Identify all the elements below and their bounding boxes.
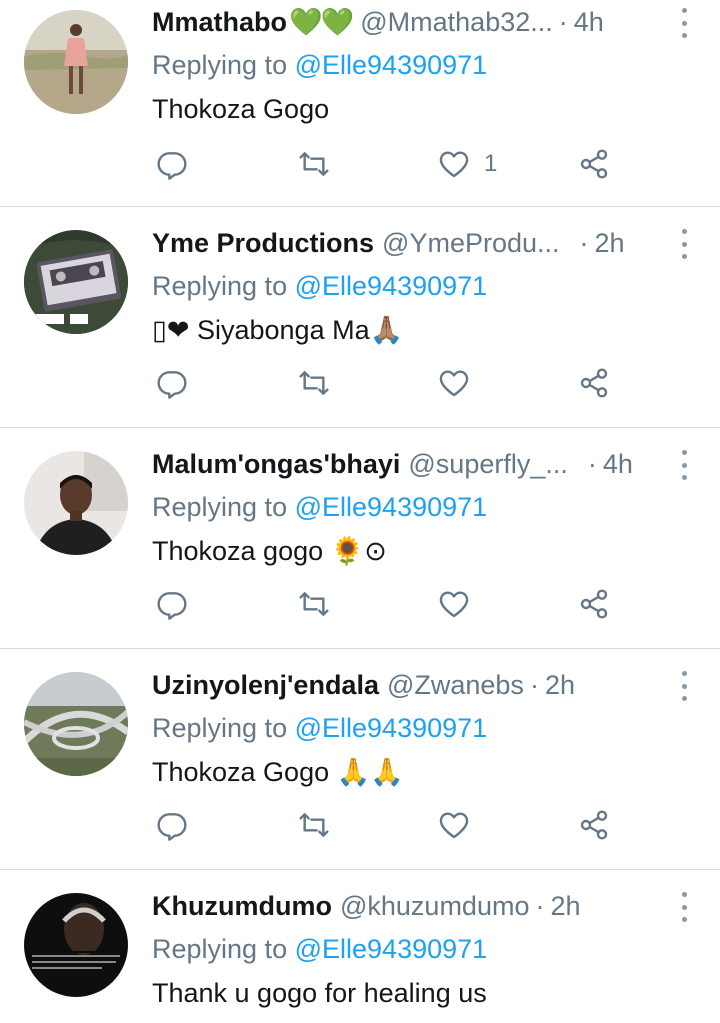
tweet-header: Malum'ongas'bhayi @superfly_... · 4h	[152, 442, 662, 486]
like-count: 1	[484, 150, 498, 177]
tweet-item[interactable]: Mmathabo 💚💚 @Mmathab32... · 4h Replying …	[0, 0, 720, 207]
share-button[interactable]	[578, 140, 610, 188]
reply-button[interactable]	[156, 359, 188, 407]
reply-button[interactable]	[156, 140, 188, 188]
reply-button[interactable]	[156, 580, 188, 628]
more-vertical-icon[interactable]	[674, 229, 694, 259]
tweet-text: Thokoza Gogo	[152, 94, 330, 124]
tweet-item[interactable]: Yme Productions @YmeProdu... · 2h Replyi…	[0, 207, 720, 428]
replying-prefix: Replying to	[152, 271, 288, 301]
retweet-button[interactable]	[298, 359, 330, 407]
share-icon	[580, 589, 608, 619]
tweet-item[interactable]: Malum'ongas'bhayi @superfly_... · 4h Rep…	[0, 428, 720, 649]
timestamp[interactable]: 4h	[574, 0, 604, 44]
reply-button[interactable]	[156, 801, 188, 849]
retweet-button[interactable]	[298, 580, 330, 628]
reply-icon	[157, 592, 187, 620]
reply-icon	[157, 813, 187, 841]
tweet-actions	[152, 359, 720, 407]
replying-handle-link[interactable]: @Elle94390971	[295, 492, 488, 522]
display-name[interactable]: Malum'ongas'bhayi	[152, 442, 400, 486]
tweet-actions: 1	[152, 140, 720, 188]
more-vertical-icon[interactable]	[674, 450, 694, 480]
replying-to: Replying to @Elle94390971	[152, 265, 662, 307]
retweet-button[interactable]	[298, 801, 330, 849]
user-handle[interactable]: @superfly_...	[408, 442, 567, 486]
replying-prefix: Replying to	[152, 934, 288, 964]
replying-handle-link[interactable]: @Elle94390971	[295, 50, 488, 80]
retweet-button[interactable]	[298, 140, 330, 188]
replying-handle-link[interactable]: @Elle94390971	[295, 271, 488, 301]
share-button[interactable]	[578, 580, 610, 628]
tweet-header: Mmathabo 💚💚 @Mmathab32... · 4h	[152, 0, 662, 44]
more-vertical-icon[interactable]	[674, 8, 694, 38]
avatar[interactable]	[24, 230, 128, 334]
separator: ·	[558, 7, 568, 37]
replying-prefix: Replying to	[152, 50, 288, 80]
replying-prefix: Replying to	[152, 713, 288, 743]
heart-icon	[439, 812, 469, 839]
share-button[interactable]	[578, 359, 610, 407]
tweet-text: Thokoza Gogo 🙏🙏	[152, 757, 404, 787]
more-vertical-icon[interactable]	[674, 892, 694, 922]
replying-handle-link[interactable]: @Elle94390971	[295, 934, 488, 964]
replying-to: Replying to @Elle94390971	[152, 44, 662, 86]
reply-icon	[157, 371, 187, 399]
tweet-actions	[152, 580, 720, 628]
tweet-text: ▯❤ Siyabonga Ma🙏🏽	[152, 315, 404, 345]
tweet-text: Thokoza gogo 🌻⊙	[152, 536, 387, 566]
heart-icon	[439, 151, 469, 178]
replying-prefix: Replying to	[152, 492, 288, 522]
user-handle[interactable]: @Mmathab32...	[360, 0, 553, 44]
timestamp[interactable]: 2h	[595, 221, 625, 265]
retweet-icon	[299, 592, 329, 616]
separator: ·	[529, 670, 539, 700]
retweet-icon	[299, 371, 329, 395]
user-handle[interactable]: @YmeProdu...	[382, 221, 559, 265]
tweet-actions	[152, 801, 720, 849]
display-name[interactable]: Uzinyolenj'endala	[152, 663, 379, 707]
replying-handle-link[interactable]: @Elle94390971	[295, 713, 488, 743]
like-button[interactable]	[438, 580, 484, 628]
separator: ·	[587, 449, 597, 479]
like-button[interactable]	[438, 801, 484, 849]
like-button[interactable]: 1	[438, 140, 497, 188]
heart-icon	[439, 591, 469, 618]
heart-icon	[439, 370, 469, 397]
timestamp[interactable]: 2h	[550, 884, 580, 928]
timestamp[interactable]: 4h	[603, 442, 633, 486]
retweet-icon	[299, 813, 329, 837]
user-handle[interactable]: @Zwanebs	[387, 663, 524, 707]
display-name[interactable]: Khuzumdumo	[152, 884, 332, 928]
separator: ·	[579, 228, 589, 258]
display-name[interactable]: Mmathabo	[152, 0, 287, 44]
share-button[interactable]	[578, 801, 610, 849]
like-button[interactable]	[438, 359, 484, 407]
retweet-icon	[299, 152, 329, 176]
share-icon	[580, 368, 608, 398]
display-name[interactable]: Yme Productions	[152, 221, 374, 265]
tweet-text: Thank u gogo for healing us	[152, 978, 487, 1008]
avatar[interactable]	[24, 10, 128, 114]
replying-to: Replying to @Elle94390971	[152, 928, 662, 970]
tweet-header: Yme Productions @YmeProdu... · 2h	[152, 221, 662, 265]
tweet-item[interactable]: Uzinyolenj'endala @Zwanebs · 2h Replying…	[0, 649, 720, 870]
avatar[interactable]	[24, 893, 128, 997]
reply-icon	[157, 152, 187, 180]
replying-to: Replying to @Elle94390971	[152, 486, 662, 528]
tweet-header: Khuzumdumo @khuzumdumo · 2h	[152, 884, 662, 928]
replying-to: Replying to @Elle94390971	[152, 707, 662, 749]
share-icon	[580, 149, 608, 179]
more-vertical-icon[interactable]	[674, 671, 694, 701]
name-emoji: 💚💚	[289, 7, 354, 37]
avatar[interactable]	[24, 451, 128, 555]
user-handle[interactable]: @khuzumdumo	[340, 884, 530, 928]
tweet-header: Uzinyolenj'endala @Zwanebs · 2h	[152, 663, 662, 707]
share-icon	[580, 810, 608, 840]
avatar[interactable]	[24, 672, 128, 776]
tweet-item[interactable]: Khuzumdumo @khuzumdumo · 2h Replying to …	[0, 870, 720, 1023]
timestamp[interactable]: 2h	[545, 663, 575, 707]
separator: ·	[535, 891, 545, 921]
